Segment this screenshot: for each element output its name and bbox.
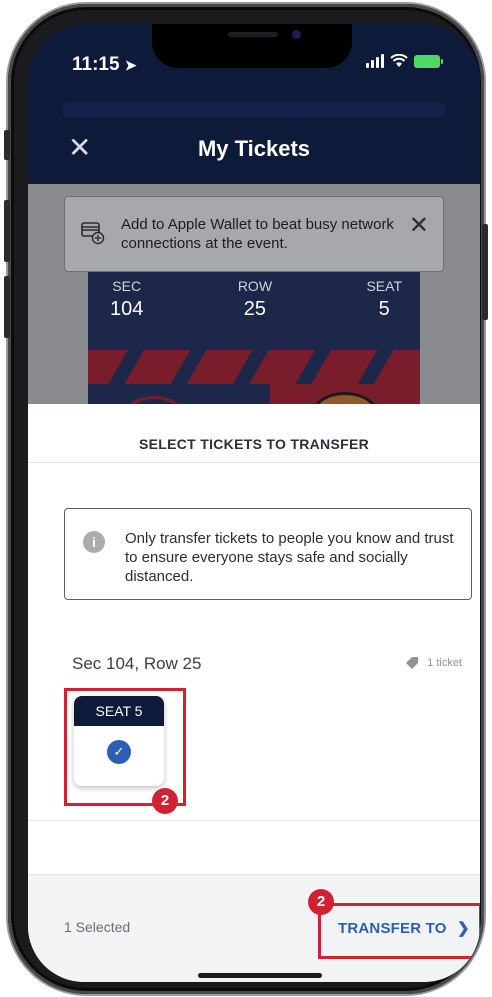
row-value: 25 xyxy=(243,298,267,320)
checkmark-icon: ✓ xyxy=(107,740,131,764)
sec-label: SEC xyxy=(112,278,142,294)
section-row-heading: Sec 104, Row 25 xyxy=(72,654,202,673)
speaker-grille xyxy=(228,32,278,37)
row-label: ROW xyxy=(237,278,273,294)
phone-screen: 11:15 ➤ ✕ My Tickets Add to Apple Wallet… xyxy=(28,24,480,982)
banner-close-icon[interactable]: ✕ xyxy=(409,211,429,240)
front-camera xyxy=(292,30,301,39)
ticket-count-text: 1 ticket xyxy=(427,657,462,669)
seat-value: 5 xyxy=(378,298,390,320)
transfer-to-button[interactable]: TRANSFER TO ❯ xyxy=(338,919,470,937)
mute-switch xyxy=(4,130,10,160)
dimmed-ticket-view: Add to Apple Wallet to beat busy network… xyxy=(28,184,480,442)
seat-card-label: SEAT 5 xyxy=(74,696,164,726)
selected-count: 1 Selected xyxy=(64,919,131,935)
header-background-sheet xyxy=(62,102,446,118)
app-header: ✕ My Tickets xyxy=(28,94,480,184)
divider xyxy=(28,820,480,821)
chevron-right-icon: ❯ xyxy=(456,920,470,937)
info-icon: i xyxy=(83,531,105,553)
ticket-count: 1 ticket xyxy=(405,656,462,670)
home-indicator[interactable] xyxy=(198,973,322,978)
apple-wallet-banner[interactable]: Add to Apple Wallet to beat busy network… xyxy=(64,196,444,272)
safety-notice: i Only transfer tickets to people you kn… xyxy=(64,508,472,600)
seat-label: SEAT xyxy=(366,278,402,294)
divider xyxy=(28,462,480,463)
ticket-tag-icon xyxy=(406,657,419,669)
banner-text: Add to Apple Wallet to beat busy network… xyxy=(121,216,394,252)
ticket-stripe-graphic xyxy=(88,350,420,384)
sec-column: SEC 104 xyxy=(110,278,143,321)
volume-down-button xyxy=(4,276,10,338)
signal-icon xyxy=(366,54,384,68)
notice-text: Only transfer tickets to people you know… xyxy=(125,530,454,585)
sheet-title: SELECT TICKETS TO TRANSFER xyxy=(139,436,369,452)
transfer-footer: 1 Selected 2 TRANSFER TO ❯ xyxy=(28,874,480,982)
wifi-icon xyxy=(390,54,408,67)
notch xyxy=(152,24,352,68)
seat-column: SEAT 5 xyxy=(366,278,402,321)
phone-frame: 11:15 ➤ ✕ My Tickets Add to Apple Wallet… xyxy=(4,4,488,994)
status-time: 11:15 ➤ xyxy=(72,54,137,75)
page-title: My Tickets xyxy=(197,136,311,161)
sec-value: 104 xyxy=(110,298,144,320)
row-column: ROW 25 xyxy=(238,278,272,321)
step-badge-transfer: 2 xyxy=(308,889,334,915)
power-button xyxy=(482,224,488,320)
volume-up-button xyxy=(4,200,10,262)
ticket-seat-info: SEC 104 ROW 25 SEAT 5 xyxy=(88,278,420,321)
battery-icon xyxy=(414,54,443,68)
transfer-sheet: SELECT TICKETS TO TRANSFER i Only transf… xyxy=(28,404,480,982)
wallet-add-icon xyxy=(81,222,105,245)
transfer-to-label: TRANSFER TO xyxy=(338,920,447,937)
status-icons xyxy=(366,54,443,68)
step-badge-seat: 2 xyxy=(152,788,178,814)
seat-select-card[interactable]: SEAT 5 ✓ xyxy=(74,696,164,786)
